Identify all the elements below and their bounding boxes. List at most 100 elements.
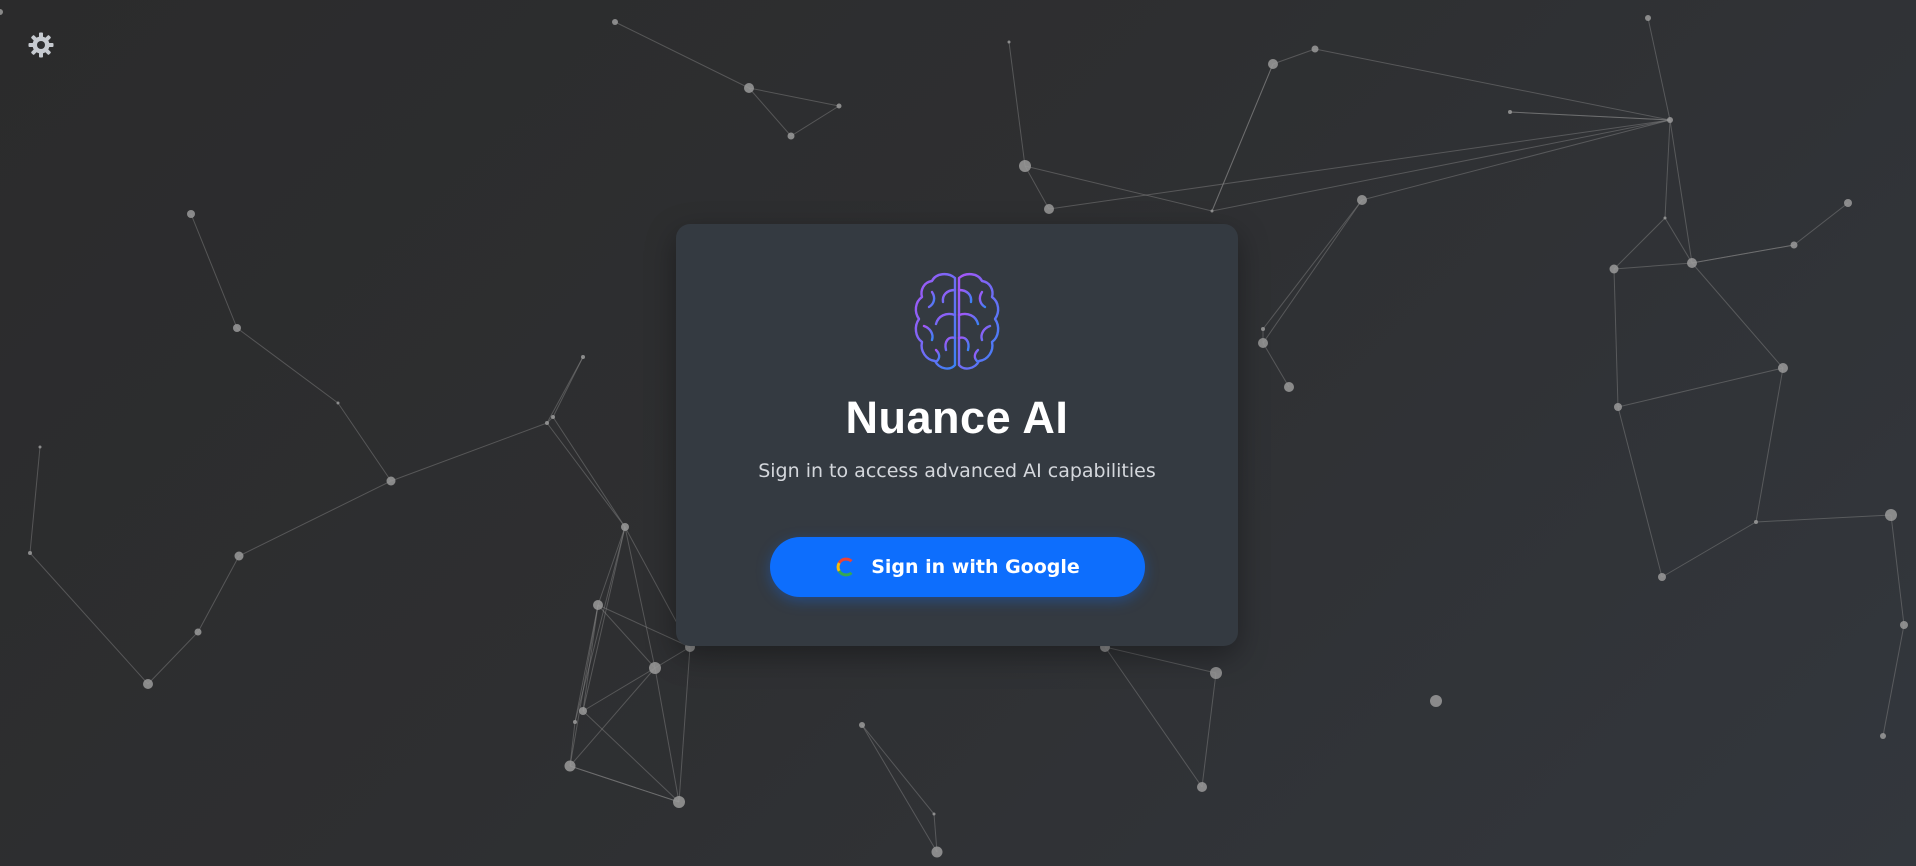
network-link [569, 765, 680, 803]
network-node [1667, 117, 1673, 123]
network-link [1104, 646, 1217, 674]
network-link [1613, 262, 1693, 270]
network-link [1691, 244, 1795, 264]
network-node [1210, 667, 1222, 679]
network-link [29, 446, 41, 554]
network-node [1754, 520, 1758, 524]
network-node [1044, 204, 1054, 214]
network-node [545, 421, 549, 425]
network-link [1755, 367, 1784, 523]
network-link [1024, 165, 1050, 210]
network-node [336, 401, 340, 405]
network-node [593, 600, 603, 610]
network-node [1357, 195, 1367, 205]
network-link [546, 356, 584, 424]
network-link [337, 402, 392, 482]
network-link [654, 646, 691, 669]
network-node [744, 83, 754, 93]
network-link [1613, 268, 1619, 408]
network-node [573, 720, 577, 724]
network-node [579, 707, 587, 715]
network-link [790, 105, 840, 137]
network-link [582, 667, 656, 712]
network-node [551, 415, 555, 419]
network-link [582, 710, 680, 803]
network-node [1284, 382, 1294, 392]
network-link [1691, 262, 1784, 369]
network-node [1645, 15, 1651, 21]
network-link [147, 631, 199, 685]
brain-icon [914, 273, 1000, 370]
network-node [1844, 199, 1852, 207]
network-node [1658, 573, 1666, 581]
network-link [861, 724, 938, 853]
network-node [1210, 209, 1214, 213]
network-node [836, 103, 842, 109]
network-node [386, 476, 396, 486]
network-link [1024, 165, 1213, 212]
network-node [1687, 258, 1697, 268]
network-node [28, 551, 32, 555]
network-link [552, 416, 626, 528]
network-node [649, 662, 661, 674]
network-node [859, 722, 865, 728]
network-node [1508, 110, 1512, 114]
network-link [1314, 48, 1671, 121]
network-link [1201, 672, 1217, 788]
network-node [1900, 621, 1908, 629]
network-node [1197, 782, 1207, 792]
network-link [1361, 119, 1671, 201]
network-link [1509, 111, 1671, 121]
network-link [569, 604, 599, 767]
network-link [1008, 41, 1026, 167]
network-link [1211, 119, 1671, 212]
network-link [197, 555, 240, 633]
network-link [236, 327, 339, 404]
network-link [1669, 119, 1693, 264]
network-node [673, 796, 685, 808]
network-link [678, 646, 691, 803]
network-link [390, 422, 548, 482]
network-link [1617, 406, 1663, 578]
network-node [38, 445, 42, 449]
gear-icon [28, 32, 54, 58]
google-sign-in-button[interactable]: Sign in with Google [770, 537, 1145, 597]
network-link [624, 526, 656, 669]
network-link [861, 724, 935, 815]
network-link [1211, 63, 1274, 212]
app-title: Nuance AI [845, 392, 1069, 443]
network-link [654, 667, 680, 803]
google-button-label: Sign in with Google [871, 556, 1080, 578]
network-node [187, 210, 195, 218]
network-link [1613, 217, 1666, 270]
network-link [1272, 48, 1316, 65]
network-link [1104, 646, 1203, 788]
network-node [194, 628, 202, 636]
settings-button[interactable] [27, 31, 55, 59]
login-card: Nuance AI Sign in to access advanced AI … [676, 224, 1238, 646]
network-node [1663, 216, 1667, 220]
network-node [1019, 160, 1031, 172]
network-node [1430, 695, 1442, 707]
network-node [233, 324, 241, 332]
network-node [612, 19, 618, 25]
app-subtitle: Sign in to access advanced AI capabiliti… [758, 460, 1156, 482]
network-node [1880, 733, 1886, 739]
network-node [1258, 338, 1268, 348]
network-node [1778, 363, 1788, 373]
network-node [564, 760, 576, 772]
network-node [1261, 327, 1265, 331]
network-link [1048, 119, 1671, 210]
network-node [1790, 241, 1798, 249]
network-node [1311, 45, 1319, 53]
network-node [931, 846, 943, 858]
network-node [234, 551, 244, 561]
network-link [1262, 342, 1290, 388]
network-node [1614, 403, 1622, 411]
network-link [1755, 514, 1892, 523]
network-link [1262, 199, 1363, 330]
network-link [582, 604, 599, 712]
network-node [1885, 509, 1897, 521]
network-link [1882, 624, 1905, 737]
network-node [0, 9, 3, 15]
